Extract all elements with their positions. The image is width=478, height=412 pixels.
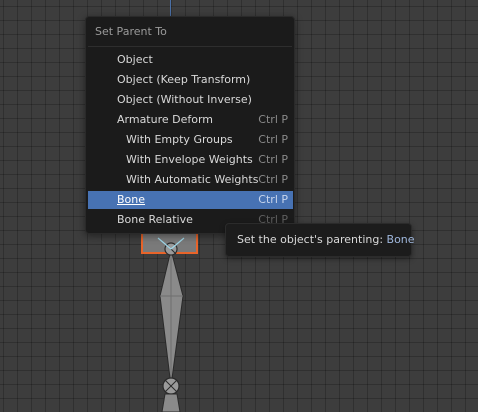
tooltip-value: Bone	[386, 233, 415, 246]
menu-item-armature-deform[interactable]: Armature Deform Ctrl P	[88, 111, 293, 129]
menu-title: Set Parent To	[95, 25, 167, 38]
tooltip-description: Set the object's parenting:	[237, 233, 384, 246]
menu-item-shortcut: Ctrl P	[258, 193, 288, 206]
child-bone[interactable]	[161, 393, 181, 412]
tooltip-text: Set the object's parenting: Bone	[237, 224, 415, 256]
menu-item-label: With Empty Groups	[126, 133, 233, 146]
menu-item-label: Armature Deform	[117, 113, 214, 126]
menu-item-shortcut: Ctrl P	[258, 153, 288, 166]
menu-item-label: Bone Relative	[117, 213, 193, 226]
menu-item-label: Object (Keep Transform)	[117, 73, 251, 86]
menu-item-label: Bone	[117, 193, 146, 206]
menu-item-object[interactable]: Object	[88, 51, 293, 69]
menu-item-object-keep-transform[interactable]: Object (Keep Transform)	[88, 71, 293, 89]
menu-item-with-empty-groups[interactable]: With Empty Groups Ctrl P	[88, 131, 293, 149]
menu-item-with-envelope-weights[interactable]: With Envelope Weights Ctrl P	[88, 151, 293, 169]
set-parent-menu: Set Parent To Object Object (Keep Transf…	[85, 16, 295, 234]
menu-item-tooltip: Set the object's parenting: Bone	[225, 223, 415, 257]
menu-item-label: Object (Without Inverse)	[117, 93, 252, 106]
menu-item-with-automatic-weights[interactable]: With Automatic Weights Ctrl P	[88, 171, 293, 189]
menu-item-shortcut: Ctrl P	[258, 173, 288, 186]
menu-item-label: With Automatic Weights	[126, 173, 259, 186]
menu-item-object-without-inverse[interactable]: Object (Without Inverse)	[88, 91, 293, 109]
menu-item-shortcut: Ctrl P	[258, 113, 288, 126]
menu-separator	[88, 46, 292, 47]
menu-item-bone[interactable]: Bone Ctrl P	[88, 191, 293, 209]
menu-item-label: Object	[117, 53, 153, 66]
menu-item-shortcut: Ctrl P	[258, 133, 288, 146]
menu-item-label: With Envelope Weights	[126, 153, 253, 166]
